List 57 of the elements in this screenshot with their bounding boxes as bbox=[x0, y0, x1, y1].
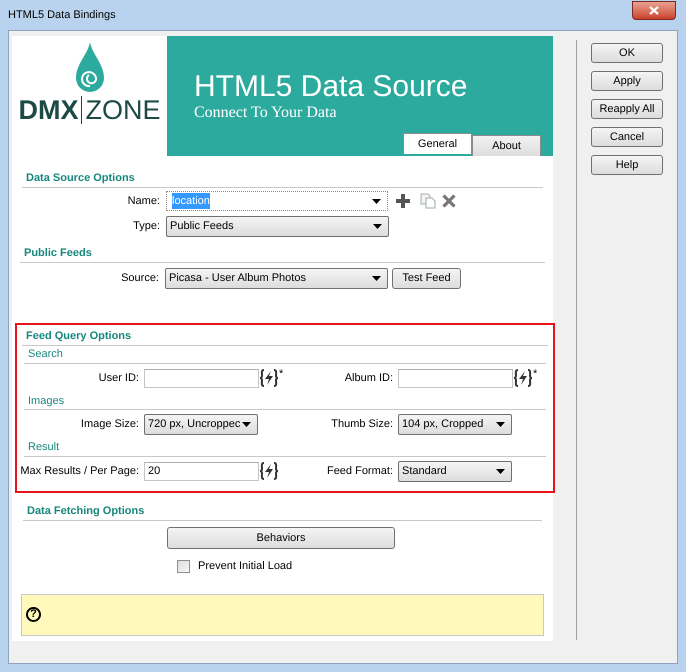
header-title: HTML5 Data Source bbox=[194, 71, 468, 103]
tab[interactable]: General bbox=[403, 133, 472, 154]
dynamic-data-icon[interactable] bbox=[259, 461, 279, 481]
field-label: Feed Format: bbox=[326, 464, 394, 479]
field-label: Thumb Size: bbox=[330, 417, 394, 432]
delete-icon[interactable] bbox=[442, 194, 456, 208]
section-heading: Data Source Options bbox=[25, 171, 135, 186]
dynamic-data-icon[interactable] bbox=[259, 368, 279, 388]
required-mark: * bbox=[279, 368, 284, 380]
checkbox[interactable] bbox=[177, 560, 190, 573]
droplet-logo-icon bbox=[74, 42, 104, 94]
help-icon: ? bbox=[26, 607, 41, 622]
field-label: Album ID: bbox=[344, 370, 394, 386]
field-label: Name: bbox=[126, 194, 161, 209]
dropdown-caret-icon bbox=[372, 276, 381, 281]
field-label: Image Size: bbox=[80, 417, 140, 432]
checkbox-label: Prevent Initial Load bbox=[198, 559, 292, 574]
dialog-button[interactable]: OK bbox=[591, 43, 663, 63]
field-label: Max Results / Per Page: bbox=[19, 464, 140, 479]
dialog-button[interactable]: Cancel bbox=[591, 127, 663, 147]
dropdown-caret-icon bbox=[496, 468, 505, 474]
behaviors-button[interactable]: Behaviors bbox=[167, 527, 395, 549]
dynamic-data-icon[interactable] bbox=[513, 368, 533, 388]
text-field[interactable] bbox=[398, 368, 513, 388]
field-label: User ID: bbox=[98, 370, 140, 386]
section-heading: Public Feeds bbox=[23, 246, 92, 261]
section-heading: Data Fetching Options bbox=[26, 504, 144, 519]
dropdown-caret-icon bbox=[496, 422, 505, 427]
dropdown-caret-icon bbox=[372, 198, 381, 204]
dropdown[interactable]: 104 px, Cropped bbox=[398, 414, 512, 435]
text-field[interactable] bbox=[144, 368, 259, 388]
text-field[interactable]: 20 bbox=[144, 462, 259, 480]
dropdown[interactable]: Public Feeds bbox=[166, 216, 389, 237]
group-heading: Result bbox=[27, 440, 60, 454]
close-button[interactable] bbox=[632, 0, 676, 20]
dropdown[interactable]: Picasa - User Album Photos bbox=[165, 268, 388, 289]
group-heading: Images bbox=[27, 394, 64, 408]
field-label: Source: bbox=[120, 271, 160, 286]
window-title: HTML5 Data Bindings bbox=[8, 8, 116, 23]
dropdown[interactable]: 720 px, Uncroppec bbox=[144, 414, 258, 435]
required-mark: * bbox=[533, 368, 538, 380]
close-icon bbox=[649, 6, 659, 14]
dialog-button[interactable]: Help bbox=[591, 155, 663, 175]
section-heading: Feed Query Options bbox=[25, 329, 132, 344]
add-icon[interactable] bbox=[396, 194, 410, 208]
tab[interactable]: About bbox=[472, 135, 541, 156]
logo-text: DMX bbox=[18, 96, 78, 124]
dialog-button[interactable]: Apply bbox=[591, 71, 663, 91]
dropdown-caret-icon bbox=[242, 422, 251, 427]
dialog-button[interactable]: Reapply All bbox=[591, 99, 663, 119]
dropdown[interactable]: Standard bbox=[398, 460, 512, 482]
group-heading: Search bbox=[27, 347, 63, 361]
dropdown-caret-icon bbox=[373, 224, 382, 229]
header-subtitle: Connect To Your Data bbox=[194, 103, 338, 123]
field-label: Type: bbox=[132, 219, 161, 234]
logo-text: ZONE bbox=[85, 96, 160, 124]
test-feed-button[interactable]: Test Feed bbox=[392, 268, 461, 289]
